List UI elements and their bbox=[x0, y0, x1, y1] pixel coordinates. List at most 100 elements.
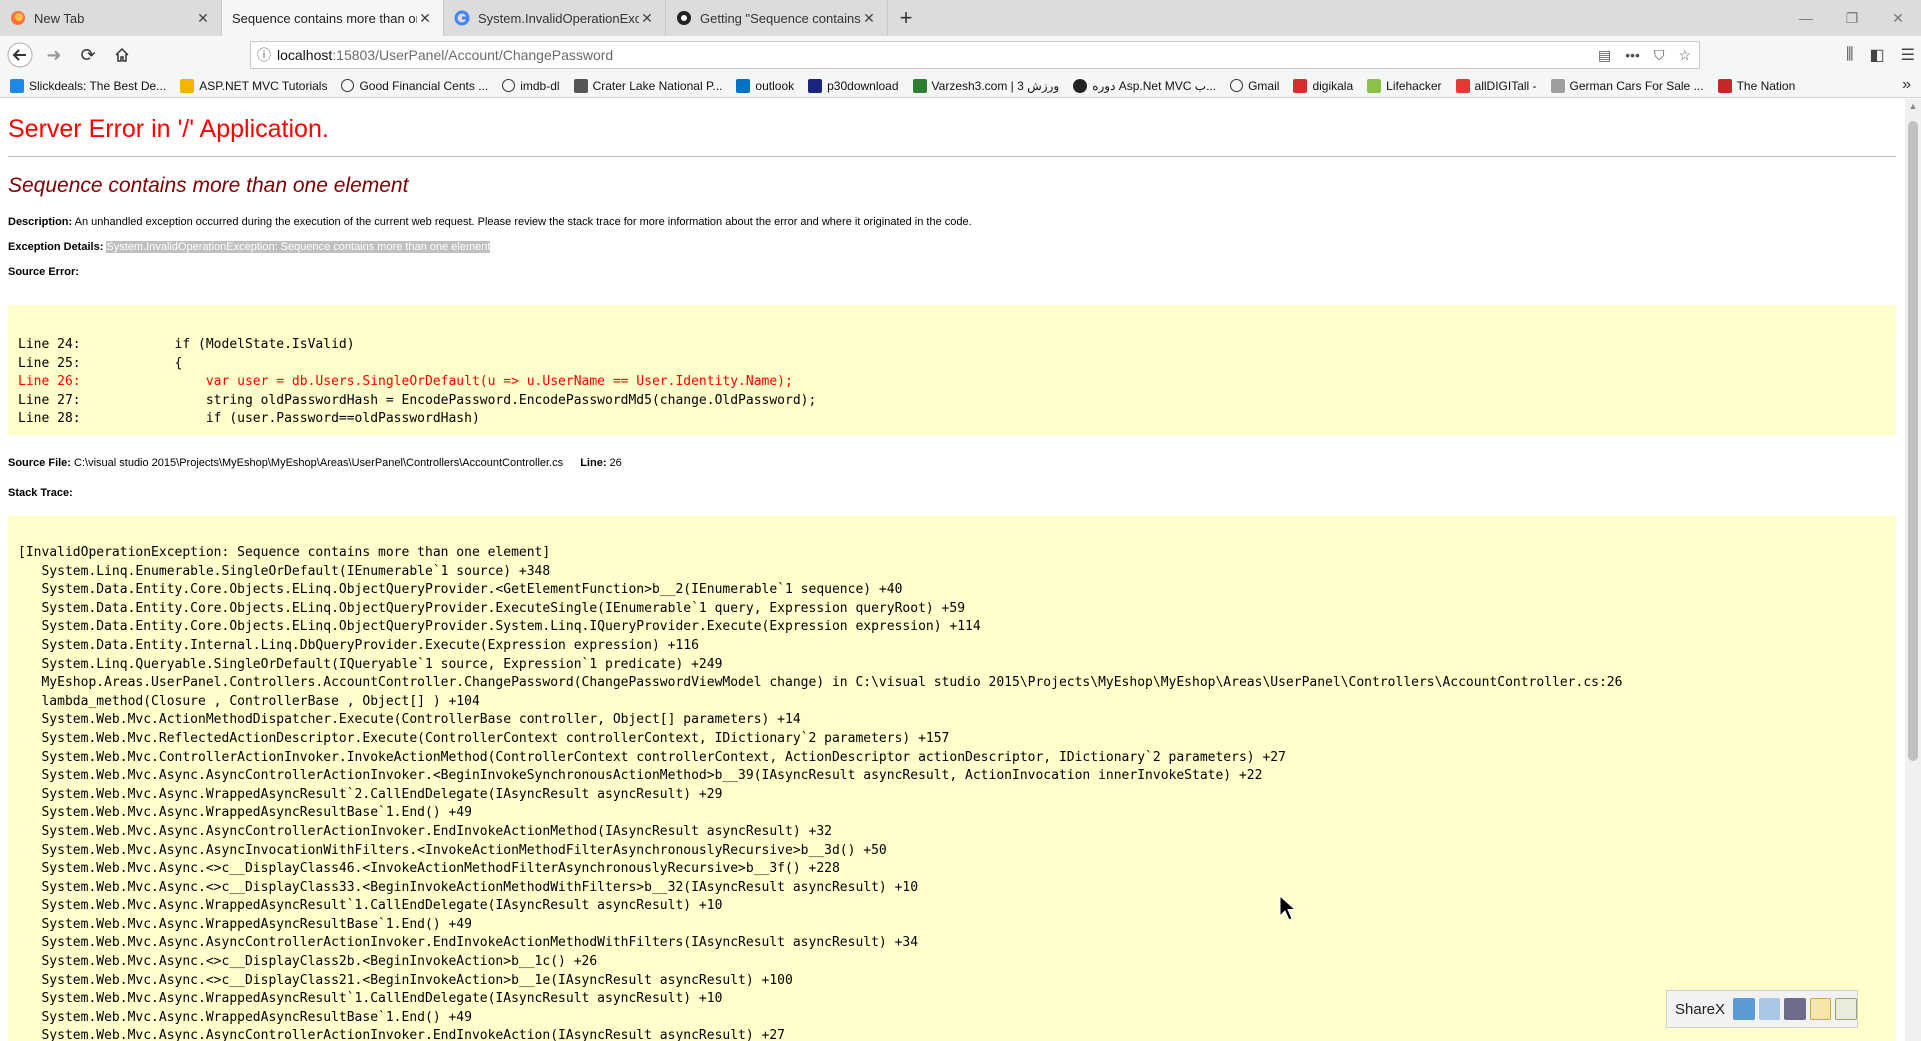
close-tab-icon[interactable]: ✕ bbox=[417, 10, 433, 27]
info-icon[interactable]: ⓘ bbox=[251, 45, 277, 65]
bookmark-favicon-icon bbox=[1293, 78, 1308, 93]
bookmark-item[interactable]: outlook bbox=[736, 78, 794, 93]
mouse-cursor-icon bbox=[1279, 895, 1295, 921]
stack-trace-line: System.Web.Mvc.Async.WrappedAsyncResultB… bbox=[18, 1009, 472, 1025]
bookmarks-toolbar: Slickdeals: The Best De... ASP.NET MVC T… bbox=[0, 74, 1921, 98]
navigation-bar: ➜ ⟳ ⓘ localhost:15803/UserPanel/Account/… bbox=[0, 36, 1921, 74]
stack-trace-line: System.Web.Mvc.Async.WrappedAsyncResultB… bbox=[18, 916, 472, 932]
tab-label: Getting "Sequence contains m bbox=[700, 10, 861, 26]
tab-label: Sequence contains more than one bbox=[232, 10, 417, 26]
stack-trace-line: System.Linq.Queryable.SingleOrDefault(IQ… bbox=[18, 656, 723, 672]
maximize-icon[interactable]: ❐ bbox=[1829, 0, 1875, 36]
bookmark-label: دوره Asp.Net MVC ب... bbox=[1092, 78, 1217, 93]
bookmark-item[interactable]: digikala bbox=[1293, 78, 1354, 93]
stack-trace-heading: Stack Trace: bbox=[8, 487, 73, 499]
close-window-icon[interactable]: ✕ bbox=[1875, 0, 1921, 36]
bookmark-favicon-icon bbox=[10, 78, 24, 93]
bookmark-item[interactable]: ASP.NET MVC Tutorials bbox=[180, 78, 328, 93]
stack-trace-line: System.Web.Mvc.Async.WrappedAsyncResult`… bbox=[18, 786, 723, 802]
scrollbar-thumb[interactable] bbox=[1908, 121, 1918, 761]
stack-trace-line: System.Data.Entity.Core.Objects.ELinq.Ob… bbox=[18, 600, 966, 616]
source-file-label: Source File: bbox=[8, 457, 71, 469]
url-host: localhost bbox=[277, 47, 333, 63]
minimize-icon[interactable]: — bbox=[1783, 0, 1829, 36]
bookmark-favicon-icon bbox=[1455, 78, 1470, 93]
stack-trace-line: [InvalidOperationException: Sequence con… bbox=[18, 545, 551, 560]
exception-text: System.InvalidOperationException: Sequen… bbox=[106, 241, 491, 253]
library-icon[interactable]: ⫼ bbox=[1846, 46, 1853, 64]
close-tab-icon[interactable]: ✕ bbox=[195, 10, 211, 27]
page-scrollbar[interactable]: ▲ bbox=[1905, 99, 1921, 1041]
globe-icon bbox=[341, 79, 355, 92]
tab-label: New Tab bbox=[34, 10, 85, 26]
bookmark-favicon-icon bbox=[808, 78, 823, 93]
bookmark-label: Lifehacker bbox=[1386, 78, 1442, 93]
firefox-icon bbox=[11, 11, 25, 25]
home-button[interactable] bbox=[105, 38, 139, 72]
bookmark-item[interactable]: Slickdeals: The Best De... bbox=[10, 78, 166, 93]
reader-view-icon[interactable]: ▤ bbox=[1598, 47, 1611, 64]
bookmark-label: Gmail bbox=[1248, 78, 1280, 93]
sidebar-icon[interactable]: ◧ bbox=[1870, 45, 1885, 65]
bookmark-favicon-icon bbox=[1367, 78, 1382, 93]
close-tab-icon[interactable]: ✕ bbox=[639, 10, 655, 27]
chevron-right-icon[interactable]: » bbox=[1902, 76, 1911, 94]
stack-trace-line: System.Web.Mvc.Async.AsyncControllerActi… bbox=[18, 935, 919, 951]
bookmark-item[interactable]: Varzesh3.com | ورزش 3 bbox=[912, 78, 1059, 93]
github-icon bbox=[677, 11, 691, 25]
page-actions-icon[interactable]: ••• bbox=[1625, 47, 1640, 63]
bookmark-item[interactable]: The Nation bbox=[1717, 78, 1795, 93]
pocket-icon[interactable]: ⛉ bbox=[1654, 47, 1665, 64]
bookmark-star-icon[interactable]: ☆ bbox=[1678, 47, 1691, 64]
url-path: :15803/UserPanel/Account/ChangePassword bbox=[332, 47, 614, 63]
forward-button[interactable]: ➜ bbox=[37, 38, 71, 72]
back-arrow-icon bbox=[7, 42, 33, 68]
stack-trace-line: System.Web.Mvc.Async.WrappedAsyncResultB… bbox=[18, 805, 472, 821]
stack-trace-line: System.Web.Mvc.ControllerActionInvoker.I… bbox=[18, 749, 1286, 765]
tab-new-tab[interactable]: New Tab ✕ bbox=[0, 0, 222, 36]
error-message: Sequence contains more than one element bbox=[8, 174, 409, 197]
bookmark-favicon-icon bbox=[1550, 78, 1565, 93]
capture-screen-icon[interactable] bbox=[1784, 998, 1806, 1020]
history-icon[interactable] bbox=[1835, 998, 1857, 1020]
bookmark-label: imdb-dl bbox=[520, 78, 560, 93]
reload-button[interactable]: ⟳ bbox=[71, 38, 105, 72]
menu-icon[interactable]: ☰ bbox=[1901, 45, 1915, 65]
bookmark-favicon-icon bbox=[180, 78, 195, 93]
stack-trace-line: System.Data.Entity.Internal.Linq.DbQuery… bbox=[18, 637, 699, 653]
page-title: Server Error in '/' Application. bbox=[8, 115, 329, 143]
bookmark-label: digikala bbox=[1312, 78, 1354, 93]
capture-region-icon[interactable] bbox=[1733, 998, 1755, 1020]
tab-sequence-error[interactable]: Sequence contains more than one ✕ bbox=[222, 0, 444, 36]
capture-window-icon[interactable] bbox=[1758, 998, 1781, 1020]
bookmark-item[interactable]: allDIGITall - bbox=[1455, 78, 1537, 93]
bookmark-item[interactable]: Good Financial Cents ... bbox=[341, 79, 488, 93]
bookmark-label: ASP.NET MVC Tutorials bbox=[199, 78, 328, 93]
bookmark-item[interactable]: German Cars For Sale ... bbox=[1550, 78, 1704, 93]
stack-trace-line: System.Web.Mvc.Async.WrappedAsyncResult`… bbox=[18, 991, 723, 1007]
close-tab-icon[interactable]: ✕ bbox=[861, 10, 877, 27]
new-tab-button[interactable]: + bbox=[888, 0, 924, 36]
bookmark-item[interactable]: imdb-dl bbox=[502, 78, 560, 93]
back-button[interactable] bbox=[3, 38, 37, 72]
bookmark-item[interactable]: p30download bbox=[808, 78, 899, 93]
bookmark-favicon-icon bbox=[1717, 78, 1732, 93]
tab-google-search[interactable]: System.InvalidOperationExcept ✕ bbox=[444, 0, 666, 36]
address-bar[interactable]: ⓘ localhost:15803/UserPanel/Account/Chan… bbox=[250, 41, 1700, 69]
stack-trace-line: System.Web.Mvc.Async.<>c__DisplayClass33… bbox=[18, 879, 919, 895]
bookmark-item[interactable]: Crater Lake National P... bbox=[573, 78, 723, 93]
stack-trace-line: System.Data.Entity.Core.Objects.ELinq.Ob… bbox=[18, 619, 981, 635]
description: Description: An unhandled exception occu… bbox=[8, 216, 972, 228]
bookmark-favicon-icon bbox=[912, 78, 927, 93]
source-code-box: Line 24: if (ModelState.IsValid) Line 25… bbox=[8, 305, 1896, 435]
clipboard-icon[interactable] bbox=[1809, 998, 1832, 1020]
tab-github[interactable]: Getting "Sequence contains m ✕ bbox=[666, 0, 888, 36]
scroll-up-icon[interactable]: ▲ bbox=[1905, 101, 1921, 111]
tab-strip: New Tab ✕ Sequence contains more than on… bbox=[0, 0, 1921, 36]
bookmark-item[interactable]: Lifehacker bbox=[1367, 78, 1442, 93]
line-label: Line: bbox=[580, 457, 607, 469]
bookmark-item[interactable]: دوره Asp.Net MVC ب... bbox=[1073, 78, 1217, 93]
exception-label: Exception Details: bbox=[8, 241, 104, 253]
bookmark-item[interactable]: Gmail bbox=[1230, 79, 1279, 93]
bookmark-label: Crater Lake National P... bbox=[592, 78, 723, 93]
